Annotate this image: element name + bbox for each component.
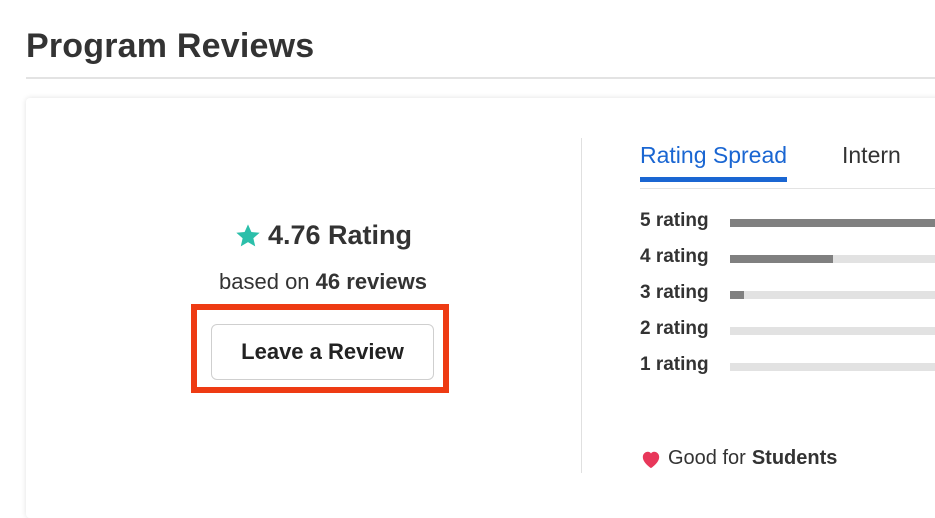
rating-row-1: 1 rating <box>640 354 935 390</box>
rating-bar-track-4 <box>730 255 935 263</box>
rating-label-4: 4 rating <box>640 246 709 267</box>
rating-row-3: 3 rating <box>640 282 935 318</box>
reviews-card: 4.76 Rating based on 46 reviews Leave a … <box>26 98 935 518</box>
rating-bar-track-3 <box>730 291 935 299</box>
rating-summary: 4.76 Rating based on 46 reviews <box>26 220 620 295</box>
vertical-divider <box>581 138 582 473</box>
rating-row-5: 5 rating <box>640 210 935 246</box>
good-for-value: Students <box>751 447 838 469</box>
rating-label-1: 1 rating <box>640 354 709 375</box>
star-icon <box>236 223 260 246</box>
page-title: Program Reviews <box>26 27 315 65</box>
rating-label-5: 5 rating <box>640 210 709 231</box>
good-for: Good for Students <box>640 447 837 470</box>
rating-label-3: 3 rating <box>640 282 709 303</box>
leave-review-button[interactable]: Leave a Review <box>211 324 434 380</box>
rating-row-2: 2 rating <box>640 318 935 354</box>
based-on-prefix: based on <box>219 268 310 294</box>
rating-label-2: 2 rating <box>640 318 709 339</box>
title-divider <box>26 77 935 79</box>
rating-bar-fill-3 <box>730 291 745 299</box>
good-for-prefix: Good for <box>668 447 746 469</box>
tab-rating-spread[interactable]: Rating Spread <box>640 142 788 182</box>
tabs-divider <box>640 188 935 189</box>
heart-icon <box>642 451 660 468</box>
rating-bar-track-2 <box>730 327 935 335</box>
rating-value: 4.76 Rating <box>267 220 413 250</box>
rating-bar-track-1 <box>730 363 935 371</box>
reviews-count: 46 reviews <box>315 268 427 294</box>
rating-bar-fill-4 <box>730 255 834 263</box>
rating-line: 4.76 Rating <box>234 220 412 251</box>
tab-intern[interactable]: Intern <box>842 142 901 179</box>
rating-row-4: 4 rating <box>640 246 935 282</box>
rating-bar-track-5 <box>730 219 935 227</box>
rating-bar-fill-5 <box>730 219 935 227</box>
based-on-text: based on 46 reviews <box>26 269 620 295</box>
rating-spread-list: 5 rating 4 rating 3 rating 2 rating 1 ra… <box>640 210 935 390</box>
tabs: Rating Spread Intern <box>640 142 935 187</box>
